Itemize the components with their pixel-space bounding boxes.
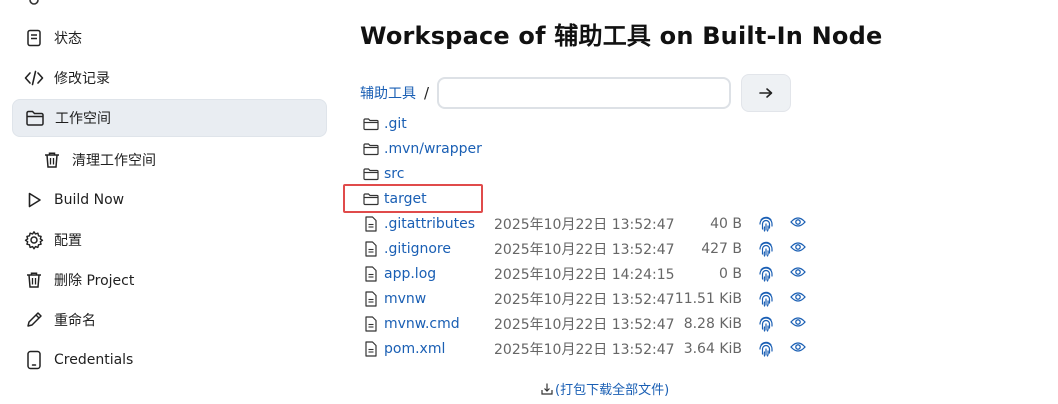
sidebar-item-label: 删除 Project: [54, 273, 135, 289]
partial-icon: [24, 0, 44, 6]
eye-icon[interactable]: [790, 266, 806, 278]
sidebar-item-workspace[interactable]: 工作空间: [12, 99, 327, 137]
sidebar-item-status[interactable]: 状态: [12, 20, 325, 56]
trash-icon: [24, 270, 44, 290]
file-link[interactable]: pom.xml: [384, 341, 494, 357]
sidebar: 状态 修改记录 工作空间 清理工作空间 Build Now 配置 删除 Proj…: [0, 0, 340, 404]
sidebar-item-delete-project[interactable]: 删除 Project: [12, 262, 325, 298]
file-date: 2025年10月22日 13:52:47: [494, 342, 675, 358]
folder-link[interactable]: .mvn/wrapper: [384, 141, 494, 157]
file-link[interactable]: app.log: [384, 266, 494, 282]
file-icon: [362, 240, 380, 258]
sidebar-item-configure[interactable]: 配置: [12, 222, 325, 258]
file-link[interactable]: .gitattributes: [384, 216, 494, 232]
file-date: 2025年10月22日 13:52:47: [494, 317, 675, 333]
sidebar-item-label: 重命名: [54, 313, 96, 329]
fingerprint-icon[interactable]: [758, 265, 774, 283]
eye-icon[interactable]: [790, 316, 806, 328]
sidebar-item-label: 修改记录: [54, 71, 110, 87]
sidebar-item-label: Build Now: [54, 192, 125, 208]
file-row: app.log 2025年10月22日 14:24:15 0 B: [360, 263, 806, 285]
breadcrumb-separator: /: [424, 84, 430, 102]
file-date: 2025年10月22日 13:52:47: [494, 217, 675, 233]
folder-link[interactable]: .git: [384, 116, 494, 132]
play-icon: [24, 190, 44, 210]
download-all-label[interactable]: (打包下载全部文件): [555, 379, 669, 398]
file-row: .gitignore 2025年10月22日 13:52:47 427 B: [360, 238, 806, 260]
fingerprint-icon[interactable]: [758, 240, 774, 258]
file-icon: [362, 215, 380, 233]
file-size: 427 B: [701, 241, 742, 257]
sidebar-item-label: 状态: [54, 31, 82, 47]
trash-icon: [42, 150, 62, 170]
document-icon: [24, 28, 44, 48]
sidebar-item-wipe-workspace[interactable]: 清理工作空间: [12, 142, 325, 178]
fingerprint-icon[interactable]: [758, 315, 774, 333]
file-date: 2025年10月22日 13:52:47: [494, 242, 675, 258]
file-size: 0 B: [719, 266, 742, 282]
file-link[interactable]: mvnw: [384, 291, 494, 307]
download-all-link[interactable]: (打包下载全部文件): [540, 379, 669, 398]
sidebar-item-build-now[interactable]: Build Now: [12, 182, 325, 218]
file-size: 40 B: [710, 216, 742, 232]
sidebar-item-label: 配置: [54, 233, 82, 249]
pencil-icon: [24, 310, 44, 330]
arrow-right-icon: [758, 86, 774, 100]
eye-icon[interactable]: [790, 341, 806, 353]
phone-icon: [24, 350, 44, 370]
fingerprint-icon[interactable]: [758, 290, 774, 308]
folder-icon: [362, 165, 380, 183]
folder-icon: [362, 115, 380, 133]
file-icon: [362, 315, 380, 333]
folder-row[interactable]: .git: [360, 113, 494, 135]
highlight-box: [343, 184, 483, 213]
file-row: .gitattributes 2025年10月22日 13:52:47 40 B: [360, 213, 806, 235]
sidebar-item-credentials[interactable]: Credentials: [12, 342, 325, 378]
file-row: mvnw 2025年10月22日 13:52:47 11.51 KiB: [360, 288, 806, 310]
fingerprint-icon[interactable]: [758, 215, 774, 233]
folder-link[interactable]: src: [384, 166, 494, 182]
file-icon: [362, 340, 380, 358]
folder-row[interactable]: .mvn/wrapper: [360, 138, 494, 160]
sidebar-item-label: 清理工作空间: [72, 153, 156, 169]
breadcrumb: 辅助工具 /: [360, 74, 792, 112]
file-size: 3.64 KiB: [683, 341, 742, 357]
file-row: pom.xml 2025年10月22日 13:52:47 3.64 KiB: [360, 338, 806, 360]
eye-icon[interactable]: [790, 241, 806, 253]
path-input[interactable]: [437, 77, 732, 109]
file-link[interactable]: mvnw.cmd: [384, 316, 494, 332]
sidebar-item-label: Credentials: [54, 352, 134, 368]
eye-icon[interactable]: [790, 216, 806, 228]
gear-icon: [24, 230, 44, 250]
download-icon: [540, 382, 554, 396]
file-size: 11.51 KiB: [674, 291, 742, 307]
go-button[interactable]: [741, 74, 792, 112]
file-date: 2025年10月22日 13:52:47: [494, 292, 675, 308]
eye-icon[interactable]: [790, 291, 806, 303]
sidebar-item-changes[interactable]: 修改记录: [12, 60, 325, 96]
folder-icon: [362, 140, 380, 158]
sidebar-item-rename[interactable]: 重命名: [12, 302, 325, 338]
folder-row[interactable]: src: [360, 163, 494, 185]
file-icon: [362, 265, 380, 283]
file-icon: [362, 290, 380, 308]
file-size: 8.28 KiB: [683, 316, 742, 332]
page-title: Workspace of 辅助工具 on Built-In Node: [360, 22, 883, 50]
file-date: 2025年10月22日 14:24:15: [494, 267, 675, 283]
fingerprint-icon[interactable]: [758, 340, 774, 358]
file-row: mvnw.cmd 2025年10月22日 13:52:47 8.28 KiB: [360, 313, 806, 335]
sidebar-item-label: 工作空间: [55, 111, 111, 127]
code-icon: [24, 68, 44, 88]
breadcrumb-root-link[interactable]: 辅助工具: [360, 83, 416, 103]
file-link[interactable]: .gitignore: [384, 241, 494, 257]
folder-icon: [25, 108, 45, 128]
